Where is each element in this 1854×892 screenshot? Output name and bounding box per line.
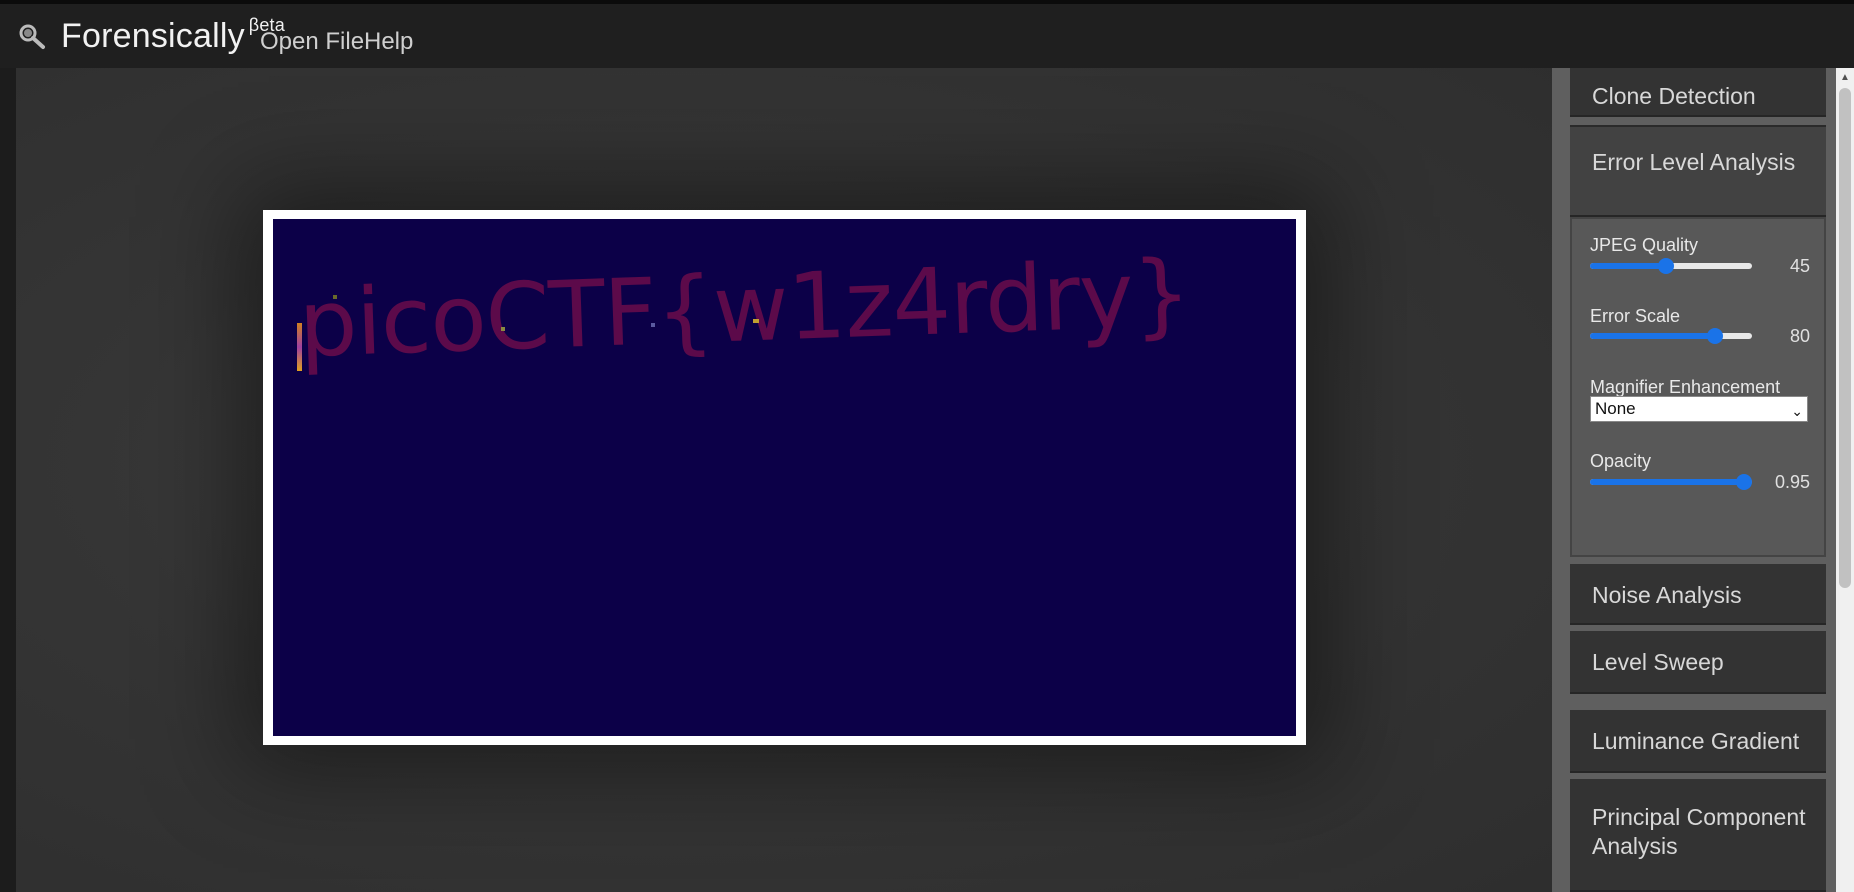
top-bar: Forensically βeta Open File Help [0, 0, 1854, 68]
flag-text: picoCTF{w1z4rdry} [297, 239, 1192, 378]
tool-level-sweep[interactable]: Level Sweep [1570, 631, 1826, 694]
tool-principal-component-analysis[interactable]: Principal Component Analysis [1570, 779, 1826, 892]
ela-noise-mark [501, 327, 505, 331]
opacity-label: Opacity [1590, 451, 1652, 471]
tool-sidebar: Clone Detection Error Level Analysis JPE… [1552, 68, 1836, 892]
help-link[interactable]: Help [364, 28, 413, 56]
magnifier-logo-icon [19, 24, 45, 49]
image-stage[interactable]: picoCTF{w1z4rdry} [16, 68, 1552, 892]
scrollbar[interactable]: ▲ [1836, 68, 1854, 892]
magnifier-enhancement-select[interactable]: None ⌄ [1590, 396, 1808, 422]
tool-label: Clone Detection [1592, 83, 1756, 109]
app-name: Forensically [61, 17, 245, 55]
tool-clone-detection[interactable]: Clone Detection [1570, 68, 1826, 117]
scroll-thumb[interactable] [1839, 88, 1851, 588]
app-title: Forensically βeta [61, 15, 285, 56]
error-scale-value: 80 [1789, 326, 1810, 346]
ela-noise-mark [333, 295, 337, 299]
chevron-down-icon: ⌄ [1791, 403, 1803, 419]
tool-label: Noise Analysis [1592, 582, 1742, 608]
ela-settings-panel: JPEG Quality 45 Error Scale 80 Magnifier… [1570, 217, 1826, 557]
jpeg-quality-value: 45 [1789, 256, 1810, 276]
slider-fill [1590, 263, 1667, 269]
tool-label: Luminance Gradient [1592, 728, 1800, 754]
tool-label: Error Level Analysis [1592, 149, 1796, 175]
tool-luminance-gradient[interactable]: Luminance Gradient [1570, 710, 1826, 773]
ela-noise-mark [297, 323, 302, 371]
tool-label: Level Sweep [1592, 649, 1724, 675]
left-gutter [0, 68, 16, 892]
select-value: None [1595, 399, 1636, 418]
slider-fill [1590, 333, 1715, 339]
tool-error-level-analysis[interactable]: Error Level Analysis [1570, 125, 1826, 217]
error-scale-label: Error Scale [1590, 306, 1681, 326]
error-scale-slider[interactable] [1590, 328, 1752, 344]
ela-noise-mark [651, 323, 655, 327]
opacity-value: 0.95 [1774, 472, 1810, 492]
open-file-link[interactable]: Open File [260, 28, 364, 56]
tool-noise-analysis[interactable]: Noise Analysis [1570, 564, 1826, 625]
slider-thumb[interactable] [1706, 328, 1723, 344]
scroll-up-arrow-icon[interactable]: ▲ [1840, 72, 1850, 83]
opacity-slider[interactable] [1590, 474, 1752, 490]
slider-fill [1590, 479, 1744, 485]
analyzed-image[interactable]: picoCTF{w1z4rdry} [273, 219, 1296, 736]
jpeg-quality-slider[interactable] [1590, 258, 1752, 274]
tool-label: Principal Component Analysis [1592, 804, 1806, 859]
slider-thumb[interactable] [1735, 474, 1752, 490]
jpeg-quality-label: JPEG Quality [1590, 235, 1699, 255]
ela-noise-mark [753, 319, 759, 323]
slider-thumb[interactable] [1658, 258, 1675, 274]
image-frame: picoCTF{w1z4rdry} [263, 210, 1306, 745]
magnifier-enhancement-label: Magnifier Enhancement [1590, 377, 1781, 397]
